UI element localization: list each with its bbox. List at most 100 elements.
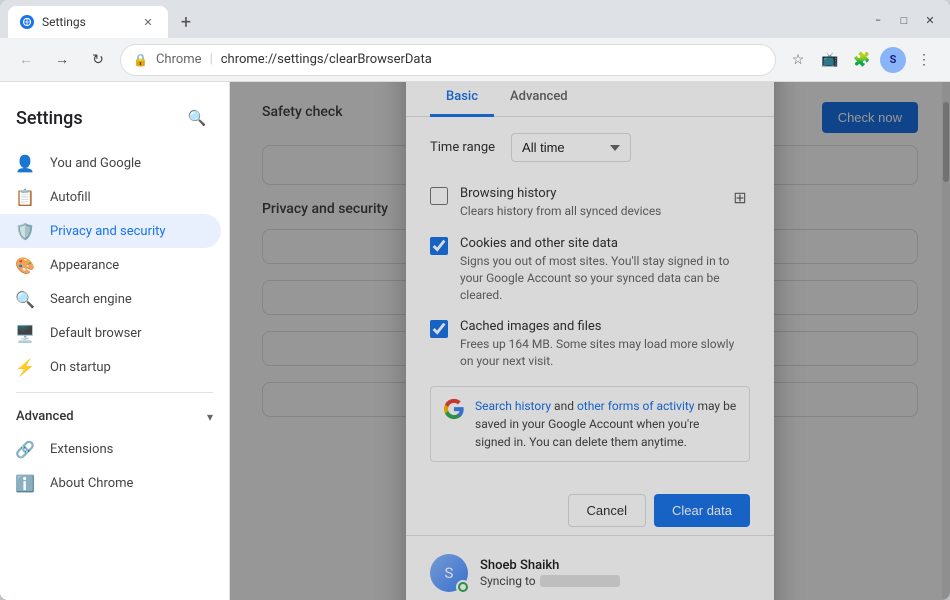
you-google-icon: 👤 xyxy=(16,154,34,172)
sidebar-advanced-section[interactable]: Advanced ▾ xyxy=(0,401,229,432)
clear-browsing-data-dialog: Clear browsing data Basic Advanced Time … xyxy=(406,82,774,600)
google-logo-icon xyxy=(443,398,465,420)
sidebar-label-startup: On startup xyxy=(50,360,111,375)
settings-sidebar: Settings 🔍 👤 You and Google 📋 Autofill 🛡… xyxy=(0,82,230,600)
sidebar-title: Settings xyxy=(16,108,83,129)
sidebar-item-you-google[interactable]: 👤 You and Google xyxy=(0,146,221,180)
bookmark-icon[interactable]: ☆ xyxy=(784,46,812,74)
cached-text: Cached images and files Frees up 164 MB.… xyxy=(460,319,750,370)
modal-overlay: Clear browsing data Basic Advanced Time … xyxy=(230,82,950,600)
tab-title: Settings xyxy=(42,15,132,29)
sidebar-label-autofill: Autofill xyxy=(50,190,91,205)
lock-icon: 🔒 xyxy=(133,53,148,67)
title-bar: Settings ✕ + − □ ✕ xyxy=(0,0,950,38)
cookies-item: Cookies and other site data Signs you ou… xyxy=(430,228,750,311)
reload-button[interactable]: ↻ xyxy=(84,46,112,74)
sidebar-item-startup[interactable]: ⚡ On startup xyxy=(0,350,221,384)
menu-icon[interactable]: ⋮ xyxy=(910,46,938,74)
maximize-button[interactable]: □ xyxy=(892,8,916,32)
appearance-icon: 🎨 xyxy=(16,256,34,274)
sidebar-label-you-google: You and Google xyxy=(50,156,141,171)
sidebar-divider xyxy=(16,392,213,393)
sidebar-item-about[interactable]: ℹ️ About Chrome xyxy=(0,466,221,500)
sidebar-item-appearance[interactable]: 🎨 Appearance xyxy=(0,248,221,282)
browser-window: Settings ✕ + − □ ✕ ← → ↻ 🔒 Chrome | chro… xyxy=(0,0,950,600)
close-button[interactable]: ✕ xyxy=(918,8,942,32)
toolbar-actions: ☆ 📺 🧩 S ⋮ xyxy=(784,46,938,74)
forward-button[interactable]: → xyxy=(48,46,76,74)
google-info-box: Search history and other forms of activi… xyxy=(430,386,750,462)
cookies-text: Cookies and other site data Signs you ou… xyxy=(460,236,750,303)
minimize-button[interactable]: − xyxy=(866,8,890,32)
sidebar-search-button[interactable]: 🔍 xyxy=(181,102,213,134)
sidebar-label-extensions: Extensions xyxy=(50,442,113,457)
time-range-label: Time range xyxy=(430,140,495,155)
dialog-tabs: Basic Advanced xyxy=(406,82,774,117)
sync-badge-dot xyxy=(460,584,466,590)
cached-desc: Frees up 164 MB. Some sites may load mor… xyxy=(460,336,750,370)
cancel-button[interactable]: Cancel xyxy=(568,494,646,527)
sidebar-item-default-browser[interactable]: 🖥️ Default browser xyxy=(0,316,221,350)
address-bar[interactable]: 🔒 Chrome | chrome://settings/clearBrowse… xyxy=(120,44,776,76)
cookies-checkbox[interactable] xyxy=(430,237,448,255)
back-button[interactable]: ← xyxy=(12,46,40,74)
extensions-icon: 🔗 xyxy=(16,440,34,458)
sidebar-label-search: Search engine xyxy=(50,292,132,307)
sidebar-item-extensions[interactable]: 🔗 Extensions xyxy=(0,432,221,466)
dialog-footer: Cancel Clear data xyxy=(406,494,774,527)
window-controls: − □ ✕ xyxy=(866,8,942,32)
url-text: chrome://settings/clearBrowserData xyxy=(221,52,432,67)
content-area: Settings 🔍 👤 You and Google 📋 Autofill 🛡… xyxy=(0,82,950,600)
cookies-label: Cookies and other site data xyxy=(460,236,750,251)
cast-icon[interactable]: 📺 xyxy=(816,46,844,74)
cached-checkbox[interactable] xyxy=(430,320,448,338)
sidebar-item-privacy[interactable]: 🛡️ Privacy and security xyxy=(0,214,221,248)
sync-email-masked xyxy=(540,575,620,587)
privacy-icon: 🛡️ xyxy=(16,222,34,240)
user-avatar-container: S xyxy=(430,554,468,592)
dialog-divider xyxy=(406,535,774,536)
browsing-history-checkbox-wrap xyxy=(430,187,448,205)
browsing-history-desc: Clears history from all synced devices xyxy=(460,203,718,220)
tab-advanced[interactable]: Advanced xyxy=(494,82,584,117)
tab-basic[interactable]: Basic xyxy=(430,82,494,117)
sidebar-label-about: About Chrome xyxy=(50,476,133,491)
user-name: Shoeb Shaikh xyxy=(480,558,620,573)
tab-favicon-icon xyxy=(20,15,34,29)
time-range-row: Time range Last hour Last 24 hours Last … xyxy=(430,133,750,162)
address-separator: | xyxy=(210,52,213,67)
browser-tab[interactable]: Settings ✕ xyxy=(8,6,168,38)
search-history-link[interactable]: Search history xyxy=(475,399,551,413)
cached-checkbox-wrap xyxy=(430,320,448,338)
extension-icon[interactable]: 🧩 xyxy=(848,46,876,74)
browsing-history-text: Browsing history Clears history from all… xyxy=(460,186,718,220)
new-tab-button[interactable]: + xyxy=(172,8,200,36)
cached-item: Cached images and files Frees up 164 MB.… xyxy=(430,311,750,378)
chrome-label: Chrome xyxy=(156,52,202,67)
autofill-icon: 📋 xyxy=(16,188,34,206)
browsing-history-label: Browsing history xyxy=(460,186,718,201)
clear-data-button[interactable]: Clear data xyxy=(654,494,750,527)
sync-row: Syncing to xyxy=(480,574,620,588)
profile-avatar[interactable]: S xyxy=(880,47,906,73)
sidebar-item-search[interactable]: 🔍 Search engine xyxy=(0,282,221,316)
time-range-select[interactable]: Last hour Last 24 hours Last 7 days Last… xyxy=(511,133,631,162)
browsing-history-item: Browsing history Clears history from all… xyxy=(430,178,750,228)
google-info-text: Search history and other forms of activi… xyxy=(475,397,737,451)
default-browser-icon: 🖥️ xyxy=(16,324,34,342)
settings-main-area: Safety check Check now Privacy and secur… xyxy=(230,82,950,600)
sidebar-item-autofill[interactable]: 📋 Autofill xyxy=(0,180,221,214)
browsing-history-checkbox[interactable] xyxy=(430,187,448,205)
user-info: Shoeb Shaikh Syncing to xyxy=(480,558,620,588)
search-engine-icon: 🔍 xyxy=(16,290,34,308)
sync-label: Syncing to xyxy=(480,574,536,588)
sidebar-label-default-browser: Default browser xyxy=(50,326,142,341)
other-activity-link[interactable]: other forms of activity xyxy=(577,399,695,413)
advanced-label: Advanced xyxy=(16,409,74,424)
cached-label: Cached images and files xyxy=(460,319,750,334)
cookies-desc: Signs you out of most sites. You'll stay… xyxy=(460,253,750,303)
tab-close-button[interactable]: ✕ xyxy=(140,14,156,30)
cookies-checkbox-wrap xyxy=(430,237,448,255)
sidebar-label-appearance: Appearance xyxy=(50,258,119,273)
browsing-history-icon: ⊞ xyxy=(730,187,750,207)
